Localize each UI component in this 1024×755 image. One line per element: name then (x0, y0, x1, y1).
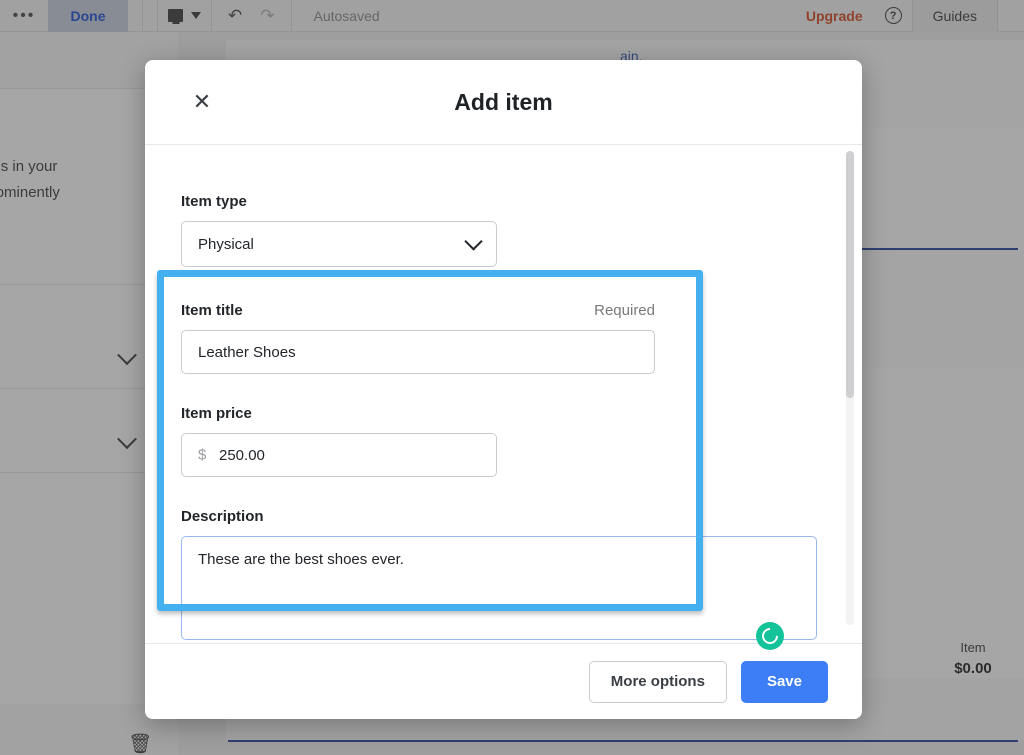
field-description: Description (145, 508, 862, 643)
field-item-type: Item type Physical (145, 193, 862, 267)
modal-scrollbar-thumb[interactable] (846, 151, 854, 398)
modal-header: ✕ Add item (145, 60, 862, 145)
description-textarea[interactable] (181, 536, 817, 640)
item-title-input[interactable] (181, 330, 655, 374)
field-item-price: Item price $ (145, 405, 862, 477)
app-root: ain. Item $0.00 any items in your ature … (0, 0, 1024, 755)
item-title-label-row: Item title Required (181, 302, 655, 319)
modal-footer: More options Save (145, 643, 862, 719)
save-button[interactable]: Save (741, 661, 828, 703)
item-price-label-row: Item price (181, 405, 826, 422)
modal-form: Item type Physical Item title Required (145, 145, 862, 643)
item-type-label: Item type (181, 193, 247, 210)
grammarly-icon[interactable] (756, 622, 784, 650)
add-item-modal: ✕ Add item Item type Physical Item title (145, 60, 862, 719)
more-options-button[interactable]: More options (589, 661, 727, 703)
item-title-required-badge: Required (594, 302, 655, 319)
item-title-label: Item title (181, 302, 243, 319)
close-icon[interactable]: ✕ (189, 89, 215, 115)
chevron-down-icon (464, 232, 482, 250)
item-type-value: Physical (198, 236, 254, 253)
item-price-input[interactable] (181, 433, 497, 477)
item-type-select[interactable]: Physical (181, 221, 497, 267)
description-label-row: Description (181, 508, 826, 525)
modal-title: Add item (454, 89, 552, 116)
field-item-title: Item title Required (145, 302, 862, 374)
modal-body: Item type Physical Item title Required (145, 145, 862, 643)
item-price-label: Item price (181, 405, 252, 422)
item-type-label-row: Item type (181, 193, 826, 210)
description-label: Description (181, 508, 264, 525)
item-price-wrapper: $ (181, 433, 497, 477)
